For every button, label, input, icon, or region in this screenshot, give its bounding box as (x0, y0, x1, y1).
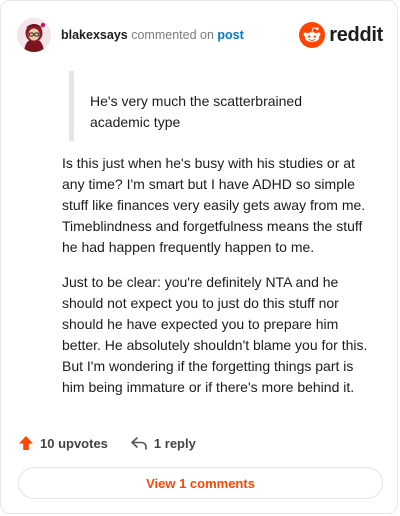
post-link[interactable]: post (217, 28, 243, 42)
comment-paragraph-1: Is this just when he's busy with his stu… (62, 155, 366, 255)
avatar-image (17, 18, 51, 52)
comment-header: blakexsays commented on post reddit (17, 15, 383, 55)
upvote-arrow-icon (19, 436, 33, 450)
upvote-count: 10 upvotes (40, 435, 108, 451)
reddit-wordmark: reddit (329, 23, 383, 46)
comment-card: blakexsays commented on post reddit He's… (0, 0, 398, 514)
reply-count: 1 reply (153, 435, 196, 451)
reddit-icon (299, 22, 326, 48)
comment-actions: 10 upvotes 1 reply (18, 432, 196, 454)
upvote-button[interactable]: 10 upvotes (18, 435, 108, 451)
username[interactable]: blakexsays (61, 28, 128, 42)
reply-button[interactable]: 1 reply (130, 435, 196, 451)
comment-paragraph-2: Just to be clear: you're definitely NTA … (62, 274, 368, 395)
avatar[interactable] (17, 18, 51, 52)
reddit-logo[interactable]: reddit (299, 22, 383, 48)
view-comments-button[interactable]: View 1 comments (18, 467, 383, 499)
quoted-text: He's very much the scatterbrained academ… (69, 71, 359, 141)
view-comments-label: View 1 comments (146, 475, 255, 491)
reply-arrow-icon (131, 437, 147, 450)
commented-on-label: commented on (131, 28, 214, 42)
comment-meta: blakexsays commented on post (61, 27, 244, 43)
